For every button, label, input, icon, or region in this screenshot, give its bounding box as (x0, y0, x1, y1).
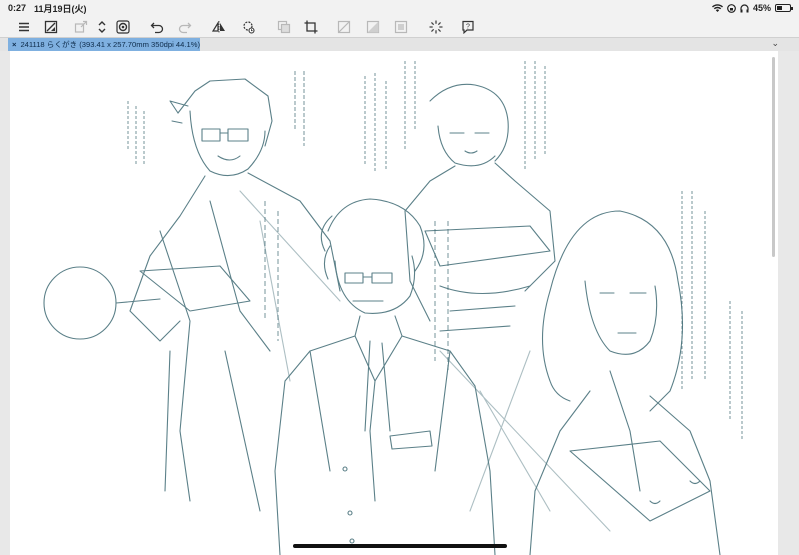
snap-icon[interactable] (94, 19, 110, 35)
status-date: 11月19日(火) (34, 3, 87, 14)
drawing-canvas[interactable] (10, 51, 778, 555)
canvas-area[interactable] (0, 51, 799, 555)
toolbar: ? (0, 16, 799, 38)
gradient-icon[interactable] (365, 19, 381, 35)
clear-layer-icon[interactable] (43, 19, 59, 35)
document-tab-bar: × 241118 らくがき (393.41 x 257.70mm 350dpi … (0, 38, 799, 51)
document-tab-title: 241118 らくがき (393.41 x 257.70mm 350dpi 44… (20, 40, 200, 49)
color-wheel-icon[interactable] (115, 19, 131, 35)
home-indicator[interactable] (293, 544, 507, 548)
redo-icon[interactable] (177, 19, 193, 35)
status-bar: 0:27 11月19日(火) 45% (0, 0, 799, 16)
copy-icon[interactable] (276, 19, 292, 35)
fill-icon[interactable] (336, 19, 352, 35)
select-icon[interactable] (393, 19, 409, 35)
menu-icon[interactable] (16, 19, 32, 35)
vertical-scrollbar[interactable] (772, 57, 775, 257)
crop-icon[interactable] (303, 19, 319, 35)
headphones-icon (740, 3, 749, 12)
document-tab[interactable]: × 241118 らくがき (393.41 x 257.70mm 350dpi … (8, 38, 200, 51)
svg-text:?: ? (466, 24, 470, 31)
battery-fill (777, 6, 783, 10)
wifi-icon (711, 3, 723, 12)
status-indicators: 45% (711, 3, 793, 13)
close-tab-icon[interactable]: × (12, 40, 16, 49)
undo-icon[interactable] (149, 19, 165, 35)
transform-icon[interactable] (73, 19, 89, 35)
battery-percent: 45% (752, 3, 771, 13)
battery-icon (775, 4, 793, 12)
status-time: 0:27 (8, 3, 27, 13)
rotate-icon[interactable] (240, 19, 256, 35)
sketch-drawing (43, 61, 743, 555)
lock-rotation-icon (727, 3, 736, 13)
loading-icon[interactable] (428, 19, 444, 35)
chevron-down-icon[interactable]: ⌄ (771, 38, 779, 49)
help-icon[interactable]: ? (460, 19, 476, 35)
flip-horizontal-icon[interactable] (211, 19, 227, 35)
